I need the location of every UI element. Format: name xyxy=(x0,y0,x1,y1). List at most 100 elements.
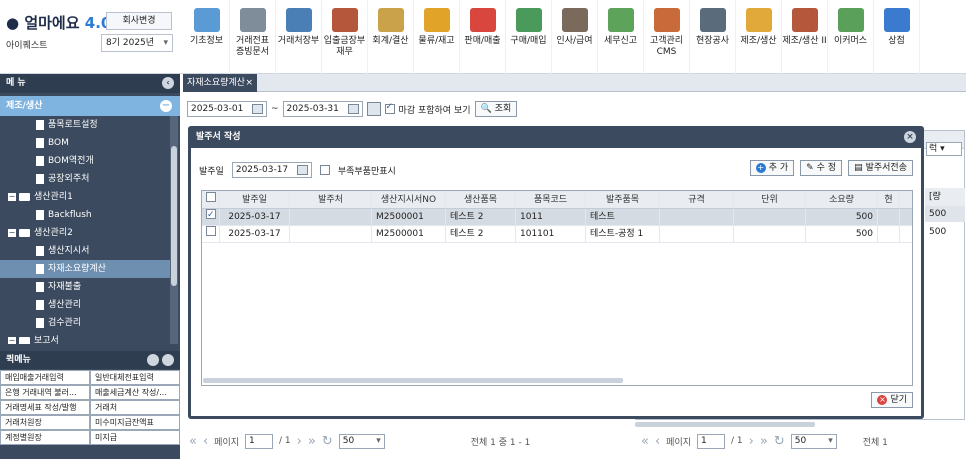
tab-material-calc[interactable]: 자재소요량계산 × xyxy=(183,74,257,92)
next-page-icon[interactable]: › xyxy=(297,434,302,449)
minus-icon[interactable]: − xyxy=(160,100,172,112)
search-button[interactable]: 🔍 조회 xyxy=(474,101,518,117)
quick-menu-button[interactable]: 일반대체전표입력 xyxy=(90,370,180,385)
column-header[interactable]: 발주일 xyxy=(220,191,290,208)
quick-menu-button[interactable]: 계정별원장 xyxy=(0,430,90,445)
sidebar-item[interactable]: − 생산관리1 xyxy=(0,188,170,206)
from-date-input[interactable]: 2025-03-01 xyxy=(187,101,267,117)
menu-item-5[interactable]: 물류/재고 xyxy=(414,0,460,74)
quick-menu-button[interactable]: 매출세금계산 작성/... xyxy=(90,385,180,400)
sidebar-item[interactable]: Backflush xyxy=(0,206,170,224)
last-page-icon[interactable]: » xyxy=(308,434,316,449)
row-checkbox[interactable] xyxy=(206,209,216,224)
menu-item-9[interactable]: 세무신고 xyxy=(598,0,644,74)
minus-icon[interactable]: − xyxy=(8,192,16,201)
add-button[interactable]: + 추 가 xyxy=(749,160,795,176)
next-page-icon[interactable]: › xyxy=(749,434,754,449)
send-order-button[interactable]: ▤ 발주서전송 xyxy=(848,160,913,176)
sidebar-item[interactable]: 생산관리 xyxy=(0,296,170,314)
calendar-icon[interactable] xyxy=(252,104,263,114)
column-header[interactable] xyxy=(202,191,220,208)
calendar-icon[interactable] xyxy=(347,104,359,114)
column-header[interactable]: 생산품목 xyxy=(446,191,516,208)
year-select[interactable]: 8기 2025년 ▾ xyxy=(101,34,173,52)
collapse-icon[interactable]: ‹ xyxy=(162,77,174,89)
column-header[interactable]: 규격 xyxy=(660,191,734,208)
quick-menu-button[interactable]: 거래처 xyxy=(90,400,180,415)
column-header[interactable]: 생산지시서NO xyxy=(372,191,446,208)
first-page-icon[interactable]: « xyxy=(641,434,649,449)
row-checkbox[interactable] xyxy=(206,226,216,236)
select-all-checkbox[interactable] xyxy=(206,192,216,202)
table-row[interactable]: 2025-03-17 M2500001테스트 21011테스트 500 xyxy=(202,209,912,226)
sidebar-item[interactable]: 검수관리 xyxy=(0,314,170,332)
menu-item-6[interactable]: 판매/매출 xyxy=(460,0,506,74)
sidebar-item[interactable]: 자재불출 xyxy=(0,278,170,296)
grid-hscroll[interactable] xyxy=(203,378,623,383)
column-header[interactable]: 소요량 xyxy=(806,191,878,208)
column-header[interactable]: 단위 xyxy=(734,191,806,208)
sidebar-item[interactable]: − 생산관리2 xyxy=(0,224,170,242)
include-closed-checkbox[interactable] xyxy=(384,102,395,114)
menu-item-2[interactable]: 거래처장부 xyxy=(276,0,322,74)
sidebar-scrollbar[interactable] xyxy=(170,116,178,344)
prev-page-icon[interactable]: ‹ xyxy=(203,434,208,449)
edit-button[interactable]: ✎ 수 정 xyxy=(800,160,843,176)
first-page-icon[interactable]: « xyxy=(189,434,197,449)
last-page-icon[interactable]: » xyxy=(760,434,768,449)
quick-menu-button[interactable]: 미수미지급잔액표 xyxy=(90,415,180,430)
calendar-icon[interactable] xyxy=(296,165,308,175)
menu-item-1[interactable]: 거래전표 증빙문서 xyxy=(230,0,276,74)
quick-menu-button[interactable]: 은행 거래내역 불러... xyxy=(0,385,90,400)
sidebar-section-manufacturing[interactable]: 제조/생산 − xyxy=(0,96,180,116)
menu-item-0[interactable]: 기초정보 xyxy=(184,0,230,74)
sidebar-item[interactable]: 자재소요량계산 xyxy=(0,260,170,278)
change-company-button[interactable]: 회사변경 xyxy=(106,12,172,30)
background-select[interactable]: 럭 ▾ xyxy=(926,142,962,156)
order-date-input[interactable]: 2025-03-17 xyxy=(231,162,312,178)
quick-menu-button[interactable]: 거래처원장 xyxy=(0,415,90,430)
minus-icon[interactable]: − xyxy=(8,336,16,344)
quick-menu-button[interactable]: 매입매출거래입력 xyxy=(0,370,90,385)
menu-item-11[interactable]: 현장공사 xyxy=(690,0,736,74)
close-icon[interactable]: × xyxy=(904,131,916,143)
menu-item-3[interactable]: 입출금장부 재무 xyxy=(322,0,368,74)
column-header[interactable]: 품목코드 xyxy=(516,191,586,208)
page-size-select[interactable]: 50 ▾ xyxy=(338,433,385,449)
prev-page-icon[interactable]: ‹ xyxy=(655,434,660,449)
sidebar-item[interactable]: BOM xyxy=(0,134,170,152)
shortage-only-checkbox[interactable] xyxy=(319,165,330,175)
menu-item-4[interactable]: 회계/결산 xyxy=(368,0,414,74)
refresh-icon[interactable]: ↻ xyxy=(774,434,785,449)
menu-item-8[interactable]: 인사/급여 xyxy=(552,0,598,74)
menu-item-15[interactable]: 상점 xyxy=(874,0,920,74)
to-date-input[interactable]: 2025-03-31 xyxy=(282,101,363,117)
collapse-down-icon[interactable] xyxy=(162,354,174,366)
page-input[interactable]: 1 xyxy=(697,433,726,449)
refresh-icon[interactable]: ↻ xyxy=(322,434,333,449)
gear-icon[interactable] xyxy=(147,354,159,366)
quick-menu-button[interactable]: 거래명세표 작성/발행 xyxy=(0,400,90,415)
sidebar-item[interactable]: BOM역전개 xyxy=(0,152,170,170)
column-header[interactable]: 현 xyxy=(878,191,900,208)
menu-item-14[interactable]: 이커머스 xyxy=(828,0,874,74)
column-header[interactable]: 발주처 xyxy=(290,191,372,208)
menu-item-13[interactable]: 제조/생산 II xyxy=(782,0,828,74)
table-row[interactable]: 2025-03-17 M2500001 테스트 2 101101 테스트-공정 1 500 xyxy=(202,226,912,243)
quick-menu-button[interactable]: 미지급 xyxy=(90,430,180,445)
close-icon[interactable]: × xyxy=(245,74,253,92)
bg-hscroll[interactable] xyxy=(635,422,815,427)
column-header[interactable]: 발주품목 xyxy=(586,191,660,208)
sidebar-item[interactable]: 생산지시서 xyxy=(0,242,170,260)
grid-view-icon[interactable] xyxy=(366,102,381,116)
page-size-select[interactable]: 50 ▾ xyxy=(790,433,837,449)
close-button[interactable]: × 닫기 xyxy=(871,392,913,408)
menu-item-12[interactable]: 제조/생산 xyxy=(736,0,782,74)
page-input[interactable]: 1 xyxy=(245,433,274,449)
sidebar-item[interactable]: 공장외주처 xyxy=(0,170,170,188)
minus-icon[interactable]: − xyxy=(8,228,16,237)
sidebar-item[interactable]: − 보고서 xyxy=(0,332,170,344)
menu-item-10[interactable]: 고객관리 CMS xyxy=(644,0,690,74)
sidebar-item[interactable]: 품목로트설정 xyxy=(0,116,170,134)
menu-item-7[interactable]: 구매/매입 xyxy=(506,0,552,74)
